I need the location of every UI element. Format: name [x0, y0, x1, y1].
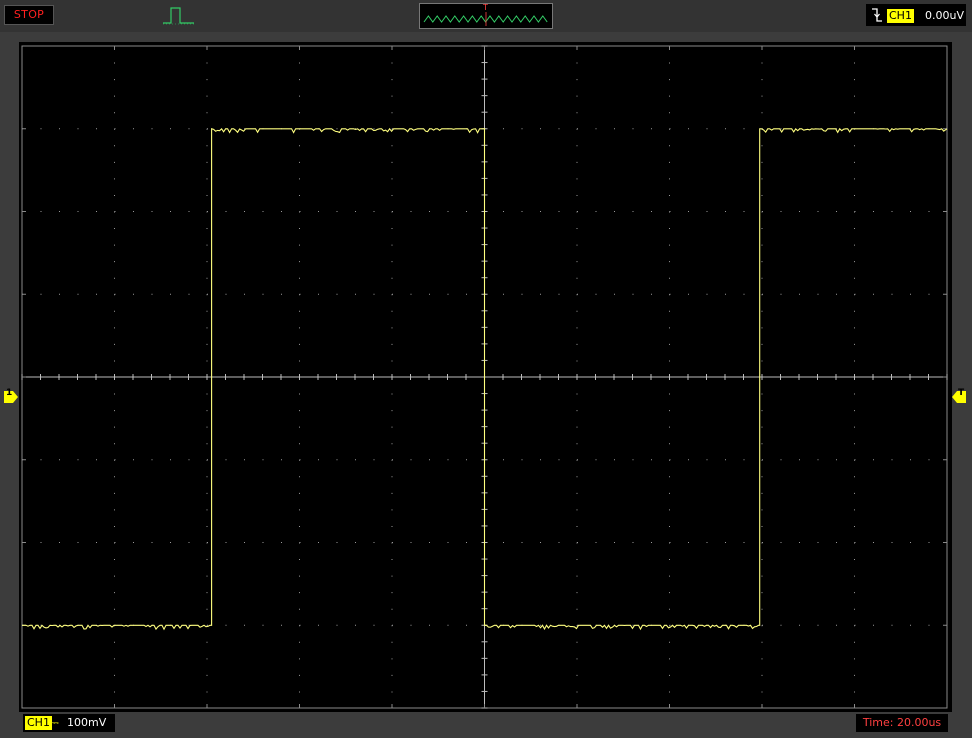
trigger-level-marker[interactable]: T — [952, 388, 966, 403]
waveform-plot — [21, 45, 948, 709]
channel-1-ground-marker[interactable]: 1 — [4, 388, 18, 403]
timebase-value[interactable]: Time: 20.00us — [856, 714, 948, 732]
top-status-bar: STOP T CH1 0.00uV — [0, 0, 972, 32]
falling-edge-icon — [872, 8, 882, 22]
waveform-trace — [22, 127, 948, 631]
waveform-overview-window[interactable]: T — [419, 3, 553, 29]
waveform-display[interactable] — [19, 42, 952, 712]
overview-trigger-letter: T — [483, 3, 488, 12]
volts-per-div-value: 100mV — [67, 716, 107, 729]
trigger-channel-status[interactable]: CH1 0.00uV — [866, 4, 966, 26]
trigger-channel-badge: CH1 — [887, 9, 914, 23]
channel-1-badge: CH1 — [25, 716, 52, 730]
channel-1-marker-label: 1 — [6, 388, 13, 398]
trigger-marker-label: T — [958, 388, 965, 398]
trigger-level-value: 0.00uV — [925, 9, 964, 22]
oscilloscope-app: STOP T CH1 0.00uV 1 T CH1 ⎓ 100mV Time: … — [0, 0, 972, 738]
pulse-trigger-icon[interactable] — [162, 4, 196, 26]
bottom-status-bar: CH1 ⎓ 100mV Time: 20.00us — [0, 712, 972, 738]
dc-coupling-icon: ⎓ — [50, 716, 59, 729]
run-stop-indicator[interactable]: STOP — [4, 5, 54, 25]
channel-1-scale[interactable]: CH1 ⎓ 100mV — [23, 714, 115, 732]
